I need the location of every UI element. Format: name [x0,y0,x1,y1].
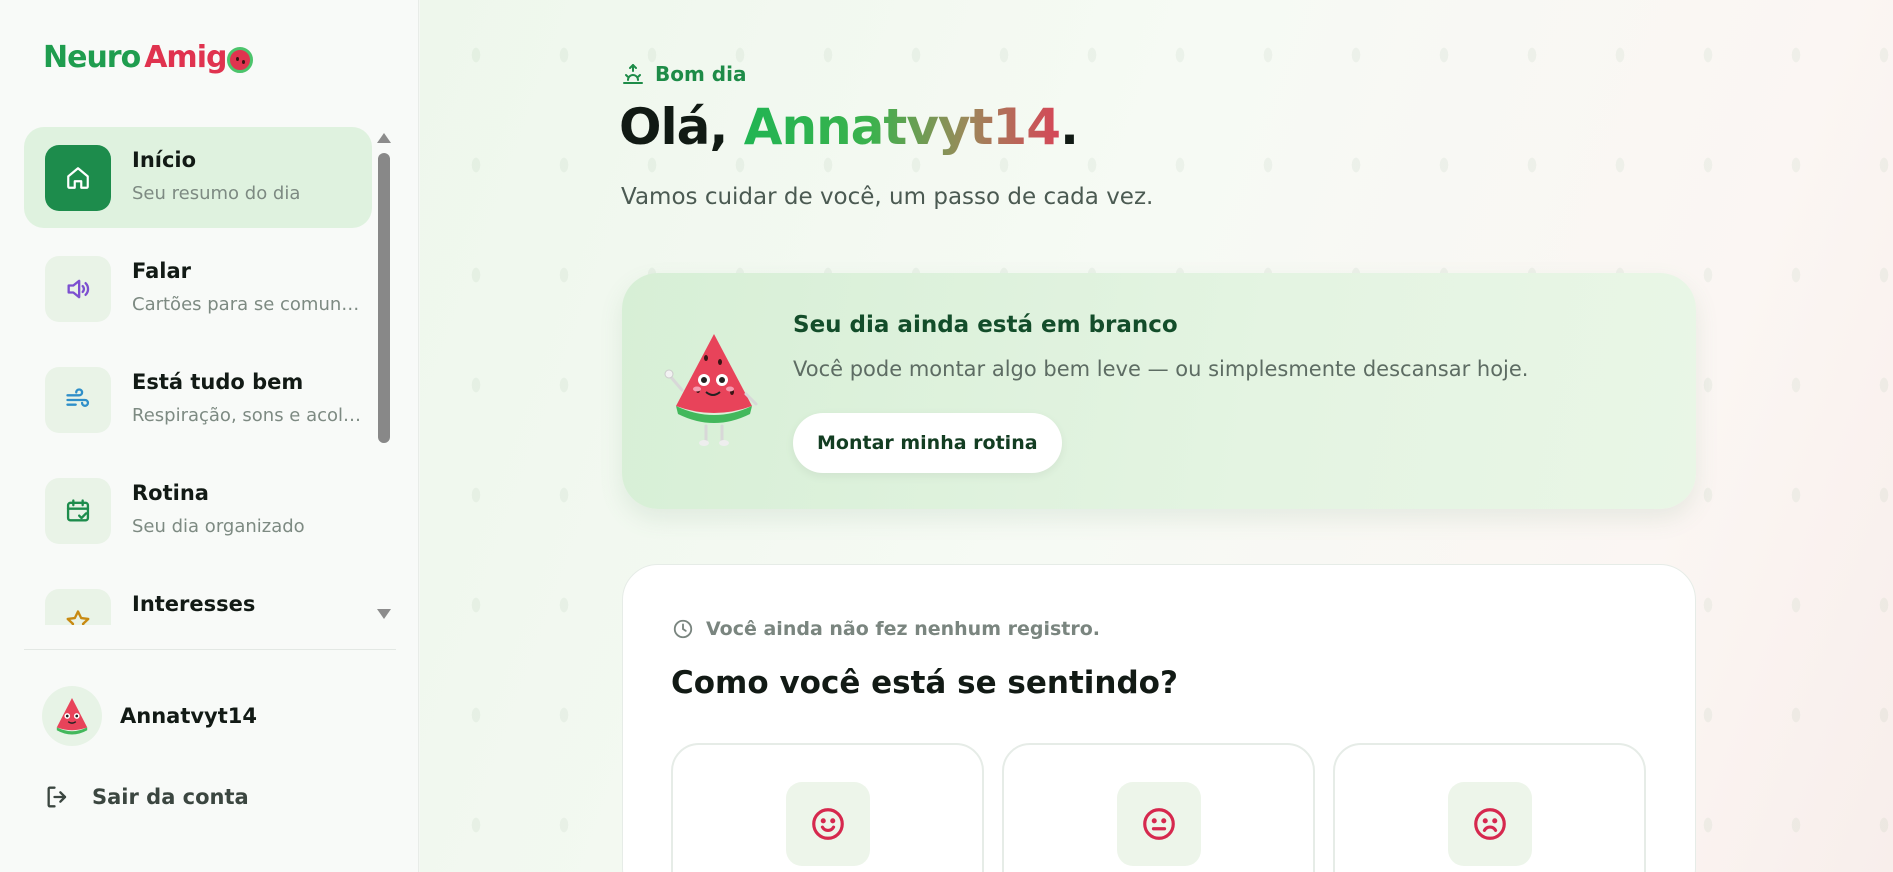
mood-title: Como você está se sentindo? [671,665,1178,701]
mood-option-happy[interactable] [671,743,984,872]
sidebar-item-rotina[interactable]: Rotina Seu dia organizado [24,460,372,561]
logo-word-amigo: Amig [144,40,227,75]
sidebar-item-title: Interesses [132,592,256,616]
hello-username: Annatvyt14 [743,98,1061,156]
empty-day-banner: Seu dia ainda está em branco Você pode m… [622,273,1696,509]
user-profile[interactable]: Annatvyt14 [42,686,257,746]
sidebar-item-interesses[interactable]: Interesses [24,571,372,625]
clock-icon [673,619,693,639]
page-title: Olá, Annatvyt14. [619,98,1079,156]
sidebar-item-title: Está tudo bem [132,370,304,394]
happy-face-icon [786,782,870,866]
banner-title: Seu dia ainda está em branco [793,312,1178,338]
mood-status: Você ainda não fez nenhum registro. [672,618,1100,640]
sidebar-item-title: Rotina [132,481,209,505]
mood-option-sad[interactable] [1333,743,1646,872]
scroll-down-arrow[interactable] [377,609,391,619]
watermelon-avatar-icon [56,697,88,735]
mood-card: Você ainda não fez nenhum registro. Como… [622,564,1696,872]
scrollbar-thumb[interactable] [378,153,390,443]
home-icon [45,145,111,211]
sidebar-item-title: Início [132,148,197,172]
mood-status-text: Você ainda não fez nenhum registro. [706,618,1101,640]
sidebar-item-esta-tudo-bem[interactable]: Está tudo bem Respiração, sons e acolhim… [24,349,372,450]
avatar [42,686,102,746]
sad-face-icon [1448,782,1532,866]
calendar-check-icon [45,478,111,544]
wind-icon [45,367,111,433]
user-name: Annatvyt14 [120,704,258,728]
sidebar-item-title: Falar [132,259,192,283]
main-content: Bom dia Olá, Annatvyt14. Vamos cuidar de… [420,0,1893,872]
sidebar-divider [24,649,396,650]
sidebar-item-inicio[interactable]: Início Seu resumo do dia [24,127,372,228]
page-subtitle: Vamos cuidar de você, um passo de cada v… [621,184,1154,210]
watermelon-mascot-icon [664,334,758,446]
neutral-face-icon [1117,782,1201,866]
build-routine-button[interactable]: Montar minha rotina [793,413,1062,473]
speaker-icon [45,256,111,322]
greeting-text: Bom dia [655,62,747,86]
logout-icon [47,786,67,808]
watermelon-logo-icon [227,46,254,73]
sidebar-item-subtitle: Seu resumo do dia [132,183,301,204]
hello-prefix: Olá, [619,98,744,156]
logout-button[interactable]: Sair da conta [44,783,249,811]
sidebar-item-falar[interactable]: Falar Cartões para se comunicar [24,238,372,339]
logo[interactable]: Neuro Amig [43,40,254,75]
hello-suffix: . [1060,98,1079,156]
sidebar-item-subtitle: Cartões para se comunicar [132,294,362,315]
greeting: Bom dia [621,62,746,86]
star-icon [45,589,111,625]
logo-word-neuro: Neuro [43,40,141,75]
logout-label: Sair da conta [92,785,249,809]
banner-text: Você pode montar algo bem leve — ou simp… [793,357,1529,381]
sidebar-nav: Início Seu resumo do dia Falar Cartões p… [24,127,372,625]
sidebar-item-subtitle: Seu dia organizado [132,516,305,537]
sidebar-item-subtitle: Respiração, sons e acolhimento [132,405,362,426]
sunrise-icon [623,64,643,84]
sidebar: Neuro Amig Início Seu resumo do dia Fala… [0,0,419,872]
mood-option-neutral[interactable] [1002,743,1315,872]
scroll-up-arrow[interactable] [377,133,391,143]
